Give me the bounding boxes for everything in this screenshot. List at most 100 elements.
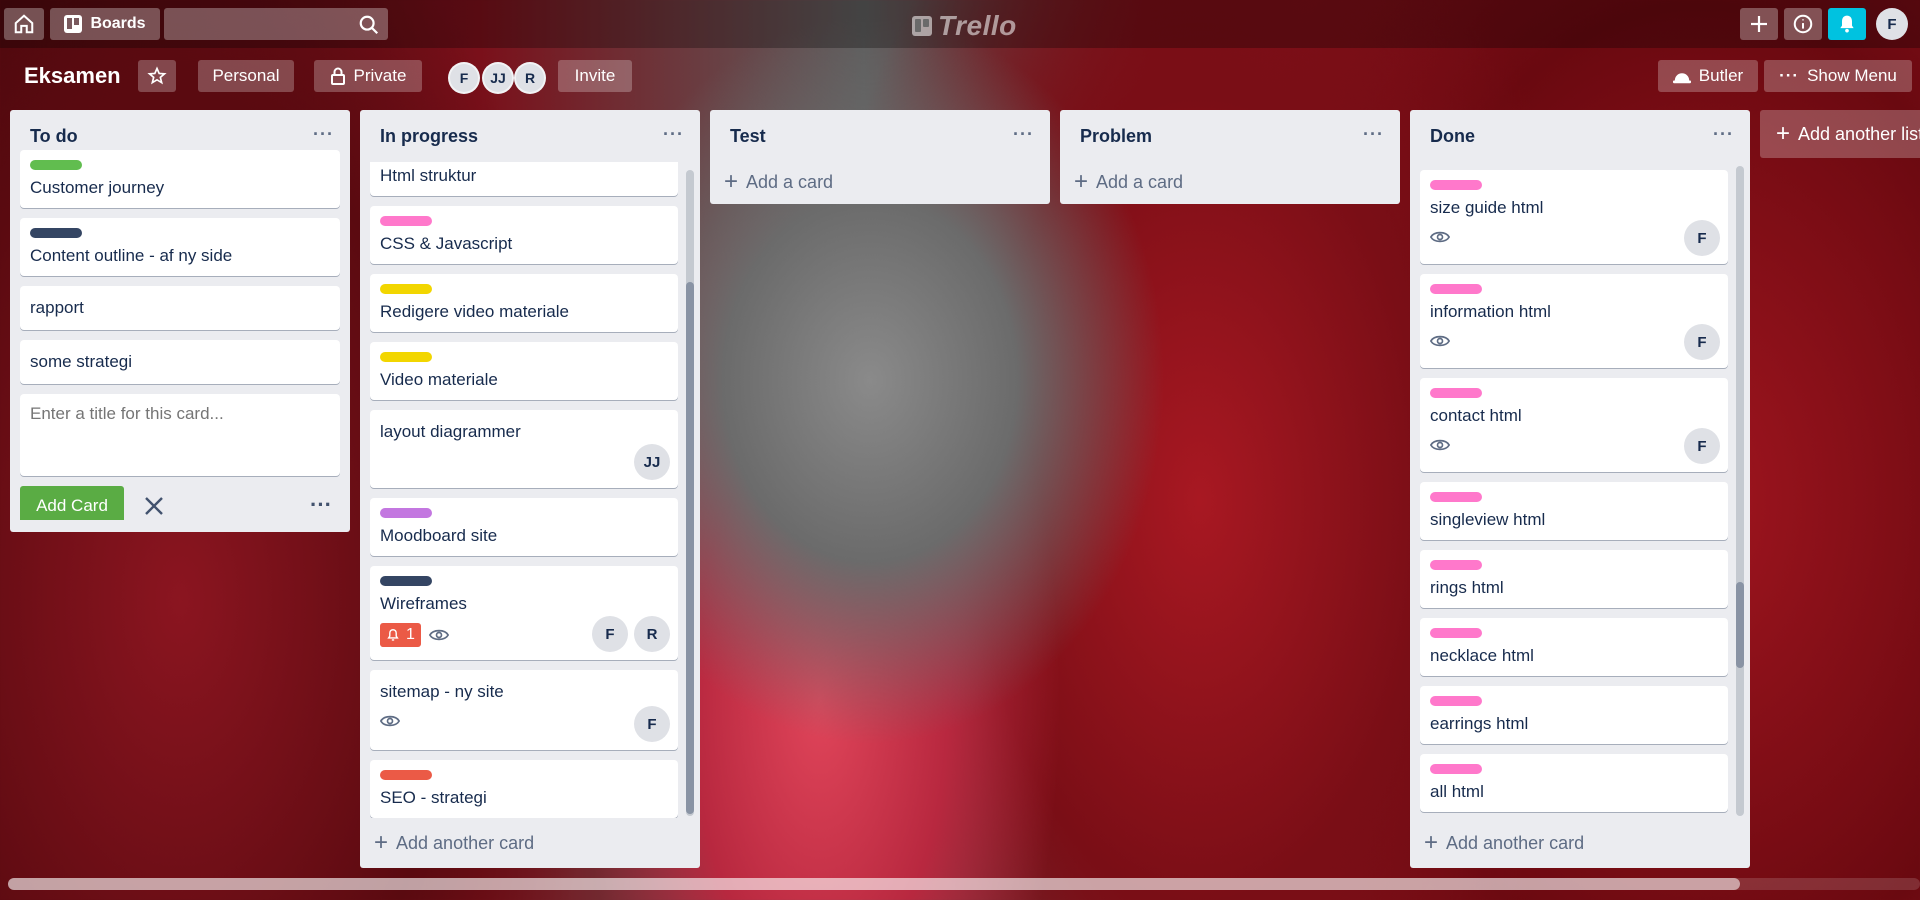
member-avatar[interactable]: F <box>1684 324 1720 360</box>
card[interactable]: all html <box>1420 754 1728 812</box>
list-menu-icon[interactable]: ··· <box>663 124 684 145</box>
card[interactable]: Wireframes 1 F R <box>370 566 678 660</box>
star-button[interactable] <box>138 60 176 92</box>
member-avatar[interactable]: F <box>448 62 480 94</box>
card-members: JJ <box>634 444 670 480</box>
card[interactable]: Content outline - af ny side <box>20 218 340 276</box>
member-avatar[interactable]: JJ <box>482 62 514 94</box>
member-avatar[interactable]: JJ <box>634 444 670 480</box>
card-badges <box>1430 434 1718 456</box>
member-avatar[interactable]: R <box>634 616 670 652</box>
card[interactable]: Html struktur <box>370 162 678 196</box>
list-menu-icon[interactable]: ··· <box>1363 124 1384 145</box>
card-composer-input[interactable] <box>20 394 340 476</box>
add-another-list-button[interactable]: + Add another list <box>1760 110 1920 158</box>
add-another-card-button[interactable]: + Add another card <box>360 818 700 868</box>
card[interactable]: sitemap - ny site F <box>370 670 678 750</box>
list-scrollbar[interactable] <box>1736 166 1744 816</box>
card[interactable]: size guide html F <box>1420 170 1728 264</box>
star-icon <box>147 66 167 85</box>
card[interactable]: contact html F <box>1420 378 1728 472</box>
card-title: Customer journey <box>30 178 165 197</box>
privacy-label: Private <box>353 66 407 85</box>
member-avatar[interactable]: F <box>634 706 670 742</box>
card-label <box>380 508 432 518</box>
boards-icon <box>64 15 83 33</box>
team-visibility-label: Personal <box>212 66 280 85</box>
create-button[interactable] <box>1740 8 1778 40</box>
list-menu-icon[interactable]: ··· <box>313 124 334 145</box>
add-another-card-button[interactable]: + Add another card <box>1410 818 1750 868</box>
show-menu-button[interactable]: ··· Show Menu <box>1764 60 1912 92</box>
add-card-button[interactable]: Add Card <box>20 486 124 520</box>
home-button[interactable] <box>4 8 44 40</box>
card-label <box>380 576 432 586</box>
add-card-button[interactable]: + Add a card <box>1060 162 1400 202</box>
card[interactable]: rings html <box>1420 550 1728 608</box>
invite-button[interactable]: Invite <box>558 60 632 92</box>
card-title: layout diagrammer <box>380 422 521 441</box>
list-header[interactable]: In progress ··· <box>360 110 700 162</box>
list-header[interactable]: Test ··· <box>710 110 1050 162</box>
butler-bell-icon <box>1672 73 1691 84</box>
member-avatar[interactable]: F <box>592 616 628 652</box>
member-avatar[interactable]: R <box>514 62 546 94</box>
card[interactable]: SEO - strategi <box>370 760 678 818</box>
list-todo: To do ··· Customer journey Content outli… <box>10 110 350 532</box>
list-title[interactable]: Problem <box>1080 126 1152 146</box>
list-title[interactable]: Done <box>1430 126 1475 146</box>
list-scrollbar-thumb[interactable] <box>686 282 694 814</box>
card[interactable]: information html F <box>1420 274 1728 368</box>
boards-label: Boards <box>90 15 146 32</box>
card-label <box>380 284 432 294</box>
lock-icon <box>330 67 345 85</box>
card-label <box>380 352 432 362</box>
card[interactable]: some strategi <box>20 340 340 384</box>
card[interactable]: rapport <box>20 286 340 330</box>
boards-button[interactable]: Boards <box>50 8 160 40</box>
board-title[interactable]: Eksamen <box>24 60 121 92</box>
card[interactable]: CSS & Javascript <box>370 206 678 264</box>
top-header: Boards Trello F <box>0 0 1920 48</box>
list-menu-icon[interactable]: ··· <box>1013 124 1034 145</box>
list-menu-icon[interactable]: ··· <box>1713 124 1734 145</box>
list-header[interactable]: Problem ··· <box>1060 110 1400 162</box>
list-header[interactable]: Done ··· <box>1410 110 1750 162</box>
list-title[interactable]: In progress <box>380 126 478 146</box>
card-title: rapport <box>30 298 84 317</box>
add-card-button[interactable]: + Add a card <box>710 162 1050 202</box>
list-title[interactable]: To do <box>30 126 78 146</box>
eye-icon <box>1430 439 1450 451</box>
composer-more-icon[interactable]: ··· <box>310 492 332 518</box>
list-scrollbar-thumb[interactable] <box>1736 582 1744 668</box>
list-title[interactable]: Test <box>730 126 766 146</box>
card[interactable]: Moodboard site <box>370 498 678 556</box>
member-avatar[interactable]: F <box>1684 428 1720 464</box>
privacy-button[interactable]: Private <box>314 60 422 92</box>
trello-logo[interactable]: Trello <box>912 10 1017 42</box>
team-visibility-button[interactable]: Personal <box>198 60 294 92</box>
card[interactable]: Customer journey <box>20 150 340 208</box>
member-avatar[interactable]: F <box>1684 220 1720 256</box>
card[interactable]: necklace html <box>1420 618 1728 676</box>
card-label <box>1430 560 1482 570</box>
card[interactable]: Video materiale <box>370 342 678 400</box>
board-scrollbar-thumb[interactable] <box>8 878 1740 890</box>
card-title: Wireframes <box>380 594 467 613</box>
list-in-progress: In progress ··· Html struktur CSS & Java… <box>360 110 700 868</box>
search-input[interactable] <box>164 8 388 40</box>
list-done: Done ··· size guide html F information h… <box>1410 110 1750 868</box>
card[interactable]: singleview html <box>1420 482 1728 540</box>
user-avatar[interactable]: F <box>1876 8 1908 40</box>
card-title: Html struktur <box>380 166 477 185</box>
butler-button[interactable]: Butler <box>1658 60 1758 92</box>
card-label <box>380 216 432 226</box>
notifications-button[interactable] <box>1828 8 1866 40</box>
card[interactable]: earrings html <box>1420 686 1728 744</box>
add-card-label: Add Card <box>36 496 108 515</box>
close-composer-button[interactable] <box>142 494 166 518</box>
card-members: F <box>1684 220 1720 256</box>
card[interactable]: layout diagrammer JJ <box>370 410 678 488</box>
info-button[interactable] <box>1784 8 1822 40</box>
card[interactable]: Redigere video materiale <box>370 274 678 332</box>
